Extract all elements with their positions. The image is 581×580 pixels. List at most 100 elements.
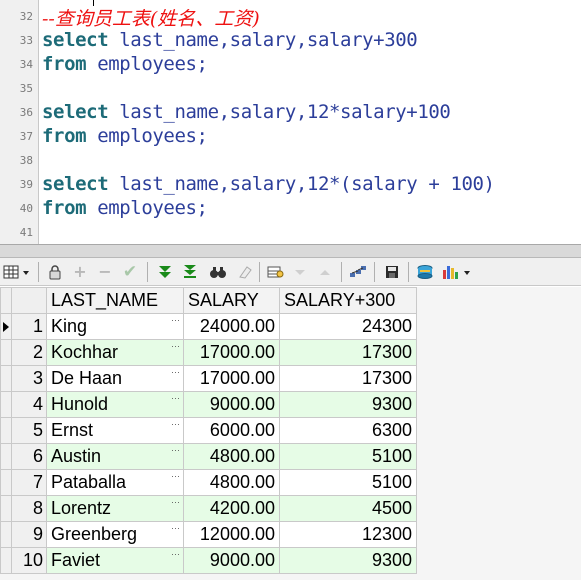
line-number: 39 <box>19 178 33 191</box>
table-row[interactable]: 9 Greenberg ··· 12000.00 12300 <box>0 521 417 548</box>
cell-last-name[interactable]: Kochhar ··· <box>46 339 184 366</box>
fetch-next-icon[interactable] <box>155 262 175 282</box>
column-header-salary-plus-300[interactable]: SALARY+300 <box>279 287 417 314</box>
cell-salary[interactable]: 4200.00 <box>183 495 280 522</box>
cell-salary[interactable]: 9000.00 <box>183 391 280 418</box>
clear-icon[interactable] <box>235 262 255 282</box>
export-icon[interactable] <box>348 262 368 282</box>
chart-icon[interactable] <box>442 262 474 282</box>
cell-salary[interactable]: 4800.00 <box>183 443 280 470</box>
cell-last-name[interactable]: Hunold ··· <box>46 391 184 418</box>
connection-icon[interactable] <box>415 262 435 282</box>
ellipsis-button[interactable]: ··· <box>171 368 180 377</box>
cell-salary[interactable]: 12000.00 <box>183 521 280 548</box>
ellipsis-button[interactable]: ··· <box>171 446 180 455</box>
table-row[interactable]: 5 Ernst ··· 6000.00 6300 <box>0 417 417 444</box>
cell-salary-plus-300[interactable]: 5100 <box>279 469 417 496</box>
ellipsis-button[interactable]: ··· <box>171 342 180 351</box>
cell-salary-plus-300[interactable]: 17300 <box>279 339 417 366</box>
sql-comment: --查询员工表(姓名、工资) <box>42 8 260 30</box>
cell-salary[interactable]: 24000.00 <box>183 313 280 340</box>
table-row[interactable]: 3 De Haan ··· 17000.00 17300 <box>0 365 417 392</box>
cell-last-name[interactable]: Greenberg ··· <box>46 521 184 548</box>
pane-splitter[interactable] <box>0 244 581 258</box>
grid-view-icon[interactable] <box>2 262 32 282</box>
row-indicator[interactable] <box>0 391 12 418</box>
code-line[interactable]: 35 <box>0 76 581 100</box>
cell-last-name[interactable]: Ernst ··· <box>46 417 184 444</box>
code-line[interactable]: 41 <box>0 220 581 244</box>
cell-salary-plus-300[interactable]: 9300 <box>279 391 417 418</box>
sql-editor[interactable]: 32 --查询员工表(姓名、工资) 33 select last_name,sa… <box>0 0 581 244</box>
ellipsis-button[interactable]: ··· <box>171 524 180 533</box>
row-indicator[interactable] <box>0 339 12 366</box>
previous-icon[interactable] <box>290 262 310 282</box>
code-line[interactable]: 38 <box>0 148 581 172</box>
save-icon[interactable] <box>382 262 402 282</box>
line-number: 36 <box>19 106 33 119</box>
row-indicator[interactable] <box>0 417 12 444</box>
line-number: 35 <box>19 82 33 95</box>
row-indicator[interactable] <box>0 547 12 574</box>
cell-salary-plus-300[interactable]: 5100 <box>279 443 417 470</box>
cell-last-name[interactable]: Pataballa ··· <box>46 469 184 496</box>
next-icon[interactable] <box>315 262 335 282</box>
row-indicator[interactable] <box>0 313 12 340</box>
fetch-all-icon[interactable] <box>180 262 200 282</box>
ellipsis-button[interactable]: ··· <box>171 550 180 559</box>
cell-salary-plus-300[interactable]: 9300 <box>279 547 417 574</box>
cell-last-name[interactable]: King ··· <box>46 313 184 340</box>
cell-salary-plus-300[interactable]: 24300 <box>279 313 417 340</box>
row-indicator[interactable] <box>0 495 12 522</box>
ellipsis-button[interactable]: ··· <box>171 394 180 403</box>
cell-salary[interactable]: 6000.00 <box>183 417 280 444</box>
table-row[interactable]: 8 Lorentz ··· 4200.00 4500 <box>0 495 417 522</box>
cell-last-name[interactable]: Lorentz ··· <box>46 495 184 522</box>
code-line[interactable]: 34 from employees; <box>0 52 581 76</box>
add-record-icon[interactable]: + <box>70 262 90 282</box>
code-line[interactable]: 40 from employees; <box>0 196 581 220</box>
ellipsis-button[interactable]: ··· <box>171 316 180 325</box>
delete-record-icon[interactable]: − <box>95 262 115 282</box>
row-indicator[interactable] <box>0 469 12 496</box>
cell-last-name[interactable]: De Haan ··· <box>46 365 184 392</box>
sql-text: employees; <box>86 53 208 75</box>
code-line[interactable]: 33 select last_name,salary,salary+300 <box>0 28 581 52</box>
table-row[interactable]: 6 Austin ··· 4800.00 5100 <box>0 443 417 470</box>
cell-last-name[interactable]: Austin ··· <box>46 443 184 470</box>
line-number: 32 <box>19 10 33 23</box>
cell-salary-plus-300[interactable]: 17300 <box>279 365 417 392</box>
ellipsis-button[interactable]: ··· <box>171 472 180 481</box>
row-indicator[interactable] <box>0 443 12 470</box>
result-table[interactable]: LAST_NAME SALARY SALARY+300 1 King ··· 24… <box>0 287 417 574</box>
ellipsis-button[interactable]: ··· <box>171 420 180 429</box>
cell-salary[interactable]: 9000.00 <box>183 547 280 574</box>
column-header-salary[interactable]: SALARY <box>183 287 280 314</box>
cell-last-name[interactable]: Faviet ··· <box>46 547 184 574</box>
table-row[interactable]: 4 Hunold ··· 9000.00 9300 <box>0 391 417 418</box>
code-line[interactable]: 39 select last_name,salary,12*(salary + … <box>0 172 581 196</box>
cell-salary-plus-300[interactable]: 12300 <box>279 521 417 548</box>
lock-icon[interactable] <box>45 262 65 282</box>
table-row[interactable]: 10 Faviet ··· 9000.00 9300 <box>0 547 417 574</box>
code-line[interactable]: 32 --查询员工表(姓名、工资) <box>0 4 581 30</box>
row-indicator[interactable] <box>0 365 12 392</box>
table-row[interactable]: 1 King ··· 24000.00 24300 <box>0 313 417 340</box>
result-grid[interactable]: LAST_NAME SALARY SALARY+300 1 King ··· 24… <box>0 287 581 580</box>
find-icon[interactable] <box>208 262 228 282</box>
column-header-last-name[interactable]: LAST_NAME <box>46 287 184 314</box>
cell-text: King <box>51 316 88 336</box>
query-by-example-icon[interactable] <box>266 262 286 282</box>
table-row[interactable]: 2 Kochhar ··· 17000.00 17300 <box>0 339 417 366</box>
row-indicator[interactable] <box>0 521 12 548</box>
table-row[interactable]: 7 Pataballa ··· 4800.00 5100 <box>0 469 417 496</box>
ellipsis-button[interactable]: ··· <box>171 498 180 507</box>
code-line[interactable]: 37 from employees; <box>0 124 581 148</box>
cell-salary[interactable]: 17000.00 <box>183 365 280 392</box>
code-line[interactable]: 36 select last_name,salary,12*salary+100 <box>0 100 581 124</box>
cell-salary-plus-300[interactable]: 4500 <box>279 495 417 522</box>
post-record-icon[interactable]: ✔ <box>120 262 140 282</box>
cell-salary-plus-300[interactable]: 6300 <box>279 417 417 444</box>
cell-salary[interactable]: 4800.00 <box>183 469 280 496</box>
cell-salary[interactable]: 17000.00 <box>183 339 280 366</box>
